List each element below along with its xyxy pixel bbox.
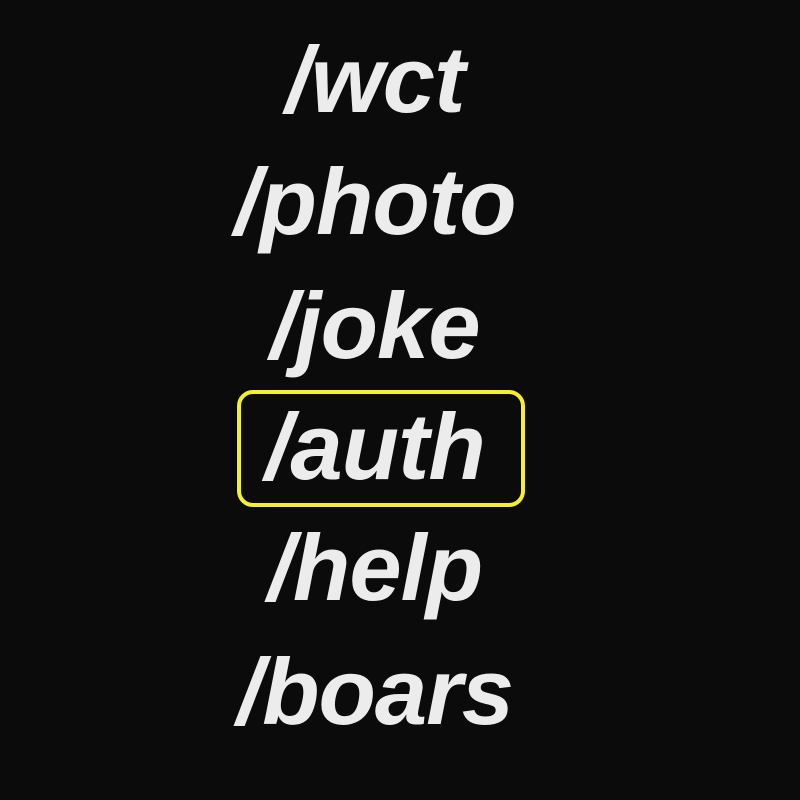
command-wct[interactable]: /wct	[0, 20, 750, 140]
command-joke[interactable]: /joke	[0, 266, 750, 386]
command-auth[interactable]: /auth	[0, 387, 750, 507]
command-photo[interactable]: /photo	[0, 142, 750, 262]
command-help[interactable]: /help	[0, 508, 750, 628]
command-boars[interactable]: /boars	[0, 632, 750, 752]
